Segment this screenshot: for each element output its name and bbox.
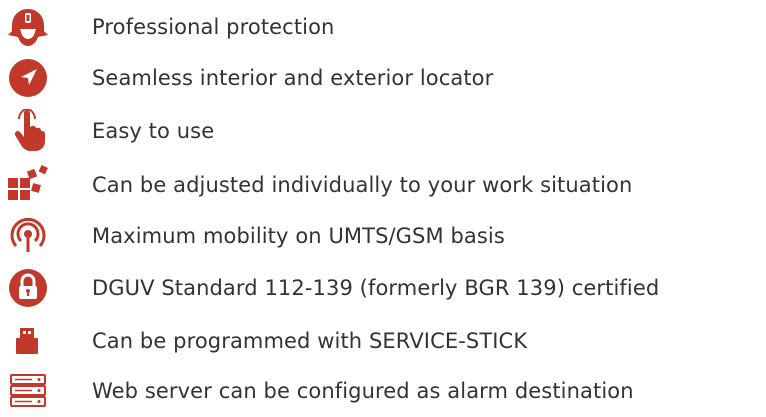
feature-item: Easy to use <box>0 108 766 154</box>
feature-label: Can be adjusted individually to your wor… <box>92 173 633 197</box>
wireless-signal-icon <box>4 213 52 259</box>
usb-stick-icon <box>4 318 52 364</box>
pointing-hand-icon <box>4 108 52 154</box>
feature-label: DGUV Standard 112-139 (formerly BGR 139)… <box>92 276 660 300</box>
feature-label: Professional protection <box>92 15 335 39</box>
puzzle-blocks-icon <box>4 162 52 208</box>
feature-label: Web server can be configured as alarm de… <box>92 379 634 403</box>
feature-item: Can be adjusted individually to your wor… <box>0 162 766 208</box>
feature-label: Seamless interior and exterior locator <box>92 66 494 90</box>
feature-item: Web server can be configured as alarm de… <box>0 368 766 414</box>
server-rack-icon <box>4 368 52 414</box>
location-arrow-icon <box>4 55 52 101</box>
padlock-icon <box>4 265 52 311</box>
feature-item: Professional protection <box>0 4 766 50</box>
feature-item: Can be programmed with SERVICE-STICK <box>0 318 766 364</box>
feature-item: Seamless interior and exterior locator <box>0 55 766 101</box>
feature-label: Easy to use <box>92 119 215 143</box>
firefighter-helmet-icon <box>4 4 52 50</box>
feature-item: Maximum mobility on UMTS/GSM basis <box>0 213 766 259</box>
feature-label: Maximum mobility on UMTS/GSM basis <box>92 224 505 248</box>
feature-list: Professional protection Seamless interio… <box>0 0 766 417</box>
feature-label: Can be programmed with SERVICE-STICK <box>92 329 528 353</box>
feature-item: DGUV Standard 112-139 (formerly BGR 139)… <box>0 265 766 311</box>
